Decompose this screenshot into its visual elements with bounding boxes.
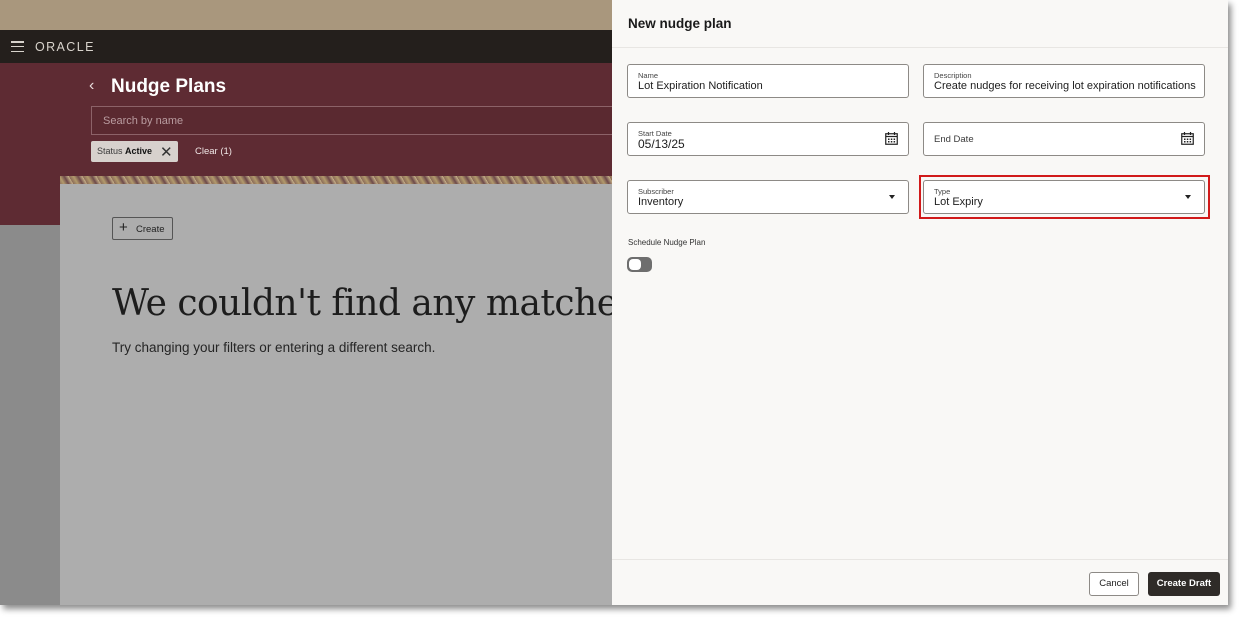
footer-divider: [612, 559, 1228, 560]
browser-strip: [0, 0, 612, 30]
name-value: Lot Expiration Notification: [638, 80, 763, 92]
subscriber-value: Inventory: [638, 196, 684, 208]
drawer-title: New nudge plan: [628, 16, 732, 31]
description-label: Description: [934, 71, 972, 80]
start-date-value: 05/13/25: [638, 137, 685, 151]
filter-chip-label: Status: [97, 146, 123, 156]
header-divider: [612, 47, 1228, 48]
calendar-icon[interactable]: [885, 132, 898, 145]
menu-icon[interactable]: [11, 41, 24, 53]
start-date-field[interactable]: Start Date 05/13/25: [627, 122, 909, 156]
content-background: [0, 225, 60, 605]
name-label: Name: [638, 71, 659, 80]
results-card: [60, 184, 612, 605]
page-title: Nudge Plans: [111, 76, 227, 97]
subscriber-select[interactable]: Subscriber Inventory: [627, 180, 909, 214]
back-chevron-icon[interactable]: ‹: [89, 77, 94, 95]
remove-filter-icon[interactable]: ✕: [160, 143, 173, 161]
subscriber-label: Subscriber: [638, 187, 674, 196]
description-value: Create nudges for receiving lot expirati…: [934, 80, 1196, 92]
oracle-logo: ORACLE: [35, 40, 95, 54]
toggle-knob: [629, 259, 641, 270]
create-draft-button[interactable]: Create Draft: [1148, 572, 1220, 596]
caret-down-icon: [889, 195, 895, 199]
new-nudge-plan-drawer: New nudge plan Name Lot Expiration Notif…: [612, 0, 1228, 605]
name-field[interactable]: Name Lot Expiration Notification: [627, 64, 909, 98]
clear-filters-link[interactable]: Clear (1): [195, 146, 232, 157]
type-highlight-box: [919, 175, 1210, 219]
cancel-button[interactable]: Cancel: [1089, 572, 1139, 596]
end-date-label: End Date: [934, 134, 974, 145]
create-button[interactable]: + Create: [112, 217, 173, 240]
end-date-field[interactable]: End Date: [923, 122, 1205, 156]
schedule-label: Schedule Nudge Plan: [628, 238, 706, 247]
create-button-label: Create: [136, 224, 165, 235]
plus-icon: +: [119, 219, 128, 236]
description-field[interactable]: Description Create nudges for receiving …: [923, 64, 1205, 98]
search-input[interactable]: Search by name: [91, 106, 621, 135]
filter-chip-value: Active: [125, 146, 153, 156]
schedule-toggle[interactable]: [627, 257, 652, 272]
calendar-icon[interactable]: [1181, 132, 1194, 145]
empty-state-title: We couldn't find any matches.: [112, 283, 647, 324]
screen: ORACLE ‹ Nudge Plans Search by name Stat…: [0, 0, 1228, 605]
empty-state-hint: Try changing your filters or entering a …: [112, 340, 436, 355]
status-filter-chip[interactable]: Status Active ✕: [91, 141, 178, 162]
